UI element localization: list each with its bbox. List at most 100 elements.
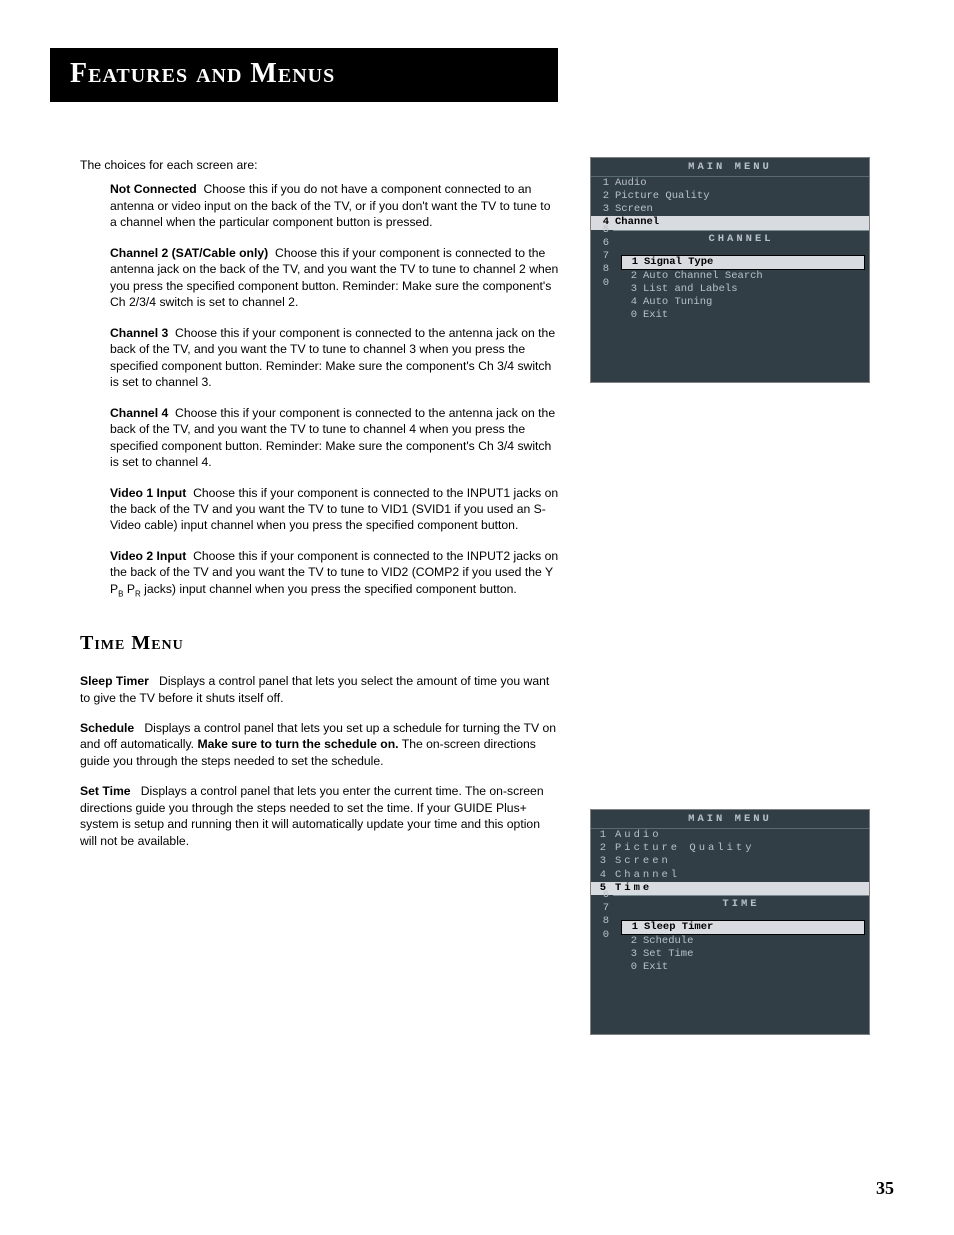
item-bold: Make sure to turn the schedule on. (197, 737, 398, 751)
submenu-title: CHANNEL (613, 231, 869, 247)
menu-num: 1 (624, 256, 638, 269)
choice-video-2: Video 2 Input Choose this if your compon… (110, 548, 560, 600)
menu-label: Exit (643, 309, 668, 322)
menu-num: 3 (595, 855, 609, 868)
menu-item-screen[interactable]: 3 Screen (591, 855, 869, 868)
menu-item-audio[interactable]: 1 Audio (591, 177, 869, 190)
menu-title: MAIN MENU (591, 158, 869, 177)
menu-label: Time (615, 882, 652, 895)
time-menu-heading: Time Menu (80, 630, 560, 657)
menu-num: 8 (595, 915, 609, 928)
choice-text-mid: P (123, 582, 135, 596)
submenu-item-settime[interactable]: 3 Set Time (613, 948, 869, 961)
main-menu-channel: MAIN MENU 1 Audio 2 Picture Quality 3 Scree… (590, 157, 870, 383)
submenu-item-autotuning[interactable]: 4 Auto Tuning (613, 296, 869, 309)
menu-label: Schedule (643, 935, 693, 948)
menu-label: Audio (615, 177, 647, 190)
submenu-item-autosearch[interactable]: 2 Auto Channel Search (613, 270, 869, 283)
menu-label: Exit (643, 961, 668, 974)
menu-label: Auto Channel Search (643, 270, 763, 283)
menu-item-screen[interactable]: 3 Screen (591, 203, 869, 216)
submenu-item-signal[interactable]: 1 Signal Type (621, 255, 865, 270)
submenu-item-exit[interactable]: 0 Exit (613, 961, 869, 974)
item-label: Set Time (80, 784, 131, 798)
menu-label: Channel (615, 216, 659, 229)
sleep-timer-para: Sleep Timer Displays a control panel tha… (80, 673, 560, 706)
schedule-para: Schedule Displays a control panel that l… (80, 720, 560, 769)
choice-label: Channel 3 (110, 326, 168, 340)
menu-label: Picture Quality (615, 842, 755, 855)
submenu-item-exit[interactable]: 0 Exit (613, 309, 869, 322)
item-text: Displays a control panel that lets you s… (80, 674, 549, 704)
submenu-item-schedule[interactable]: 2 Schedule (613, 935, 869, 948)
menu-num: 1 (595, 177, 609, 190)
menu-num: 1 (595, 829, 609, 842)
menu-label: Picture Quality (615, 190, 710, 203)
submenu-item-sleeptimer[interactable]: 1 Sleep Timer (621, 920, 865, 935)
menu-num: 2 (595, 190, 609, 203)
menu-num: 5 (595, 224, 609, 237)
choice-not-connected: Not Connected Choose this if you do not … (110, 181, 560, 230)
menu-item-channel[interactable]: 4Channel (591, 216, 869, 229)
choice-channel-4: Channel 4 Choose this if your component … (110, 405, 560, 471)
submenu-channel: CHANNEL 1 Signal Type 2 Auto Channel Searc… (613, 230, 869, 323)
submenu-title: TIME (613, 896, 869, 912)
page-number: 35 (876, 1178, 894, 1199)
menu-label: List and Labels (643, 283, 738, 296)
menu-num: 3 (595, 203, 609, 216)
menu-label: Screen (615, 855, 671, 868)
choice-channel-3: Channel 3 Choose this if your component … (110, 325, 560, 391)
choice-label: Video 1 Input (110, 486, 186, 500)
main-menu-time: MAIN MENU 1 Audio 2 Picture Quality 3 Scree… (590, 809, 870, 1035)
menu-num: 0 (623, 961, 637, 974)
menu-item-audio[interactable]: 1 Audio (591, 829, 869, 842)
menu-num: 0 (623, 309, 637, 322)
menu-title: MAIN MENU (591, 810, 869, 829)
menu-label: Signal Type (644, 256, 713, 269)
menu-num: 2 (595, 842, 609, 855)
menu-num: 6 (595, 237, 609, 250)
menu-num: 8 (595, 263, 609, 276)
menu-num: 3 (623, 948, 637, 961)
menu-label: Auto Tuning (643, 296, 712, 309)
menu-left-numbers: 6 7 8 0 (595, 889, 609, 942)
menu-num: 7 (595, 902, 609, 915)
menu-num: 4 (595, 869, 609, 882)
menu-item-time[interactable]: 5Time (591, 882, 869, 895)
menu-num: 2 (623, 270, 637, 283)
menu-item-picture[interactable]: 2 Picture Quality (591, 190, 869, 203)
menu-label: Sleep Timer (644, 921, 713, 934)
choice-label: Not Connected (110, 182, 197, 196)
menu-label: Screen (615, 203, 653, 216)
content-row: The choices for each screen are: Not Con… (60, 157, 894, 1035)
menu-label: Audio (615, 829, 662, 842)
menu-item-picture[interactable]: 2 Picture Quality (591, 842, 869, 855)
menu-num: 2 (623, 935, 637, 948)
item-text: Displays a control panel that lets you e… (80, 784, 544, 847)
menu-left-numbers: 5 6 7 8 0 (595, 224, 609, 290)
menu-num: 1 (624, 921, 638, 934)
page-title: Features and Menus (50, 48, 558, 102)
choice-text-post: jacks) input channel when you press the … (141, 582, 517, 596)
submenu-time: TIME 1 Sleep Timer 2 Schedule 3 Set Time 0E… (613, 895, 869, 975)
intro-text: The choices for each screen are: (80, 157, 560, 173)
choice-text: Choose this if your component is connect… (110, 326, 555, 389)
menu-label: Channel (615, 869, 680, 882)
choice-label: Video 2 Input (110, 549, 186, 563)
menu-num: 3 (623, 283, 637, 296)
menu-num: 4 (623, 296, 637, 309)
choice-video-1: Video 1 Input Choose this if your compon… (110, 485, 560, 534)
item-label: Sleep Timer (80, 674, 149, 688)
menu-column: MAIN MENU 1 Audio 2 Picture Quality 3 Scree… (590, 157, 870, 1035)
choice-channel-2: Channel 2 (SAT/Cable only) Choose this i… (110, 245, 560, 311)
menu-label: Set Time (643, 948, 693, 961)
menu-num: 0 (595, 929, 609, 942)
item-label: Schedule (80, 721, 134, 735)
submenu-item-listlabels[interactable]: 3 List and Labels (613, 283, 869, 296)
menu-num: 6 (595, 889, 609, 902)
menu-num: 0 (595, 277, 609, 290)
set-time-para: Set Time Displays a control panel that l… (80, 783, 560, 849)
menu-item-channel[interactable]: 4 Channel (591, 869, 869, 882)
text-column: The choices for each screen are: Not Con… (60, 157, 560, 863)
choice-label: Channel 4 (110, 406, 168, 420)
